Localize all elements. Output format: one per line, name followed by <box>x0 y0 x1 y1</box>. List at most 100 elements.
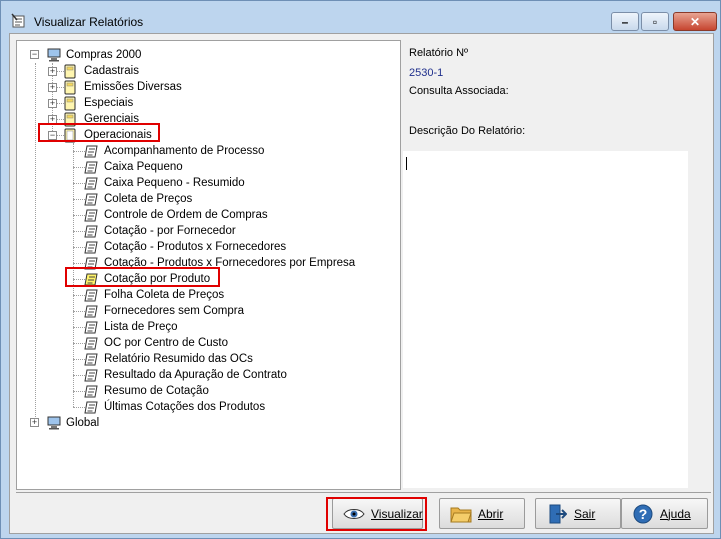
tree-report-item[interactable]: Caixa Pequeno - Resumido <box>84 175 245 191</box>
tree-report-item-label: Cotação - Produtos x Fornecedores <box>104 241 287 253</box>
report-icon <box>84 224 102 238</box>
tree-report-item-label: Resultado da Apuração de Contrato <box>104 369 287 381</box>
report-icon <box>84 256 102 270</box>
minimize-icon: – <box>621 14 629 29</box>
tree-report-item[interactable]: Resumo de Cotação <box>84 383 209 399</box>
close-icon: ✕ <box>689 14 701 29</box>
report-icon <box>84 304 102 318</box>
abrir-button[interactable]: Abrir <box>439 498 525 529</box>
abrir-button-label: Abrir <box>478 506 504 521</box>
tree-folder-3[interactable]: Gerenciais <box>64 111 139 127</box>
sair-button[interactable]: Sair <box>535 498 621 529</box>
visualizar-button[interactable]: Visualizar <box>332 498 423 529</box>
expand-folder-1[interactable]: + <box>48 83 57 92</box>
tree-report-item[interactable]: Coleta de Preços <box>84 191 192 207</box>
tree-report-item[interactable]: Cotação - Produtos x Fornecedores <box>84 239 286 255</box>
eye-icon <box>343 503 365 525</box>
maximize-button[interactable]: ▫ <box>641 12 669 31</box>
tree-report-item[interactable]: Relatório Resumido das OCs <box>84 351 253 367</box>
tree-report-item[interactable]: Cotação - por Fornecedor <box>84 223 236 239</box>
report-app-icon <box>11 13 27 29</box>
expand-compras-2000[interactable]: − <box>30 50 39 59</box>
expand-folder-4[interactable]: − <box>48 131 57 140</box>
tree-report-item[interactable]: Fornecedores sem Compra <box>84 303 244 319</box>
close-button[interactable]: ✕ <box>673 12 717 31</box>
tree-report-item-label: Fornecedores sem Compra <box>104 305 244 317</box>
tree-folder-0[interactable]: Cadastrais <box>64 63 139 79</box>
tree-report-item-label: Folha Coleta de Preços <box>104 289 225 301</box>
ajuda-button[interactable]: ? Ajuda <box>621 498 708 529</box>
computer-icon <box>46 416 64 430</box>
report-icon <box>84 144 102 158</box>
description-label: Descrição Do Relatório: <box>409 125 526 137</box>
tree-folder-4[interactable]: Operacionais <box>64 127 152 143</box>
tree-report-item[interactable]: Cotação por Produto <box>84 271 210 287</box>
report-icon <box>84 400 102 414</box>
tree-root-compras-2000-label: Compras 2000 <box>66 49 142 61</box>
window-title: Visualizar Relatórios <box>34 15 144 29</box>
folder-icon <box>64 96 82 111</box>
report-icon <box>84 272 102 286</box>
tree-report-item[interactable]: Acompanhamento de Processo <box>84 143 264 159</box>
ajuda-button-label: Ajuda <box>660 506 691 521</box>
tree-report-item[interactable]: Lista de Preço <box>84 319 178 335</box>
expand-folder-3[interactable]: + <box>48 115 57 124</box>
tree-report-item-label: Cotação por Produto <box>104 273 211 285</box>
computer-icon <box>46 48 64 62</box>
tree-report-item[interactable]: Cotação - Produtos x Fornecedores por Em… <box>84 255 355 271</box>
associated-query-label: Consulta Associada: <box>409 85 509 97</box>
tree-folder-0-label: Cadastrais <box>84 65 139 77</box>
report-number-value: 2530-1 <box>409 67 444 79</box>
tree-line <box>35 63 36 423</box>
report-number-label: Relatório Nº <box>409 47 469 59</box>
tree-folder-3-label: Gerenciais <box>84 113 139 125</box>
report-icon <box>84 208 102 222</box>
expand-folder-2[interactable]: + <box>48 99 57 108</box>
description-textarea[interactable] <box>403 151 688 488</box>
report-viewer-window: Visualizar Relatórios – ▫ ✕ − Compras 200… <box>0 0 721 539</box>
tree-report-item[interactable]: Resultado da Apuração de Contrato <box>84 367 287 383</box>
tree-root-global[interactable]: Global <box>46 415 99 431</box>
tree-report-item[interactable]: Folha Coleta de Preços <box>84 287 224 303</box>
report-icon <box>84 336 102 350</box>
client-area: − Compras 2000 + Cadastrais + Emissões Divers… <box>9 33 714 534</box>
report-icon <box>84 240 102 254</box>
tree-root-global-label: Global <box>66 417 100 429</box>
report-details-panel: Relatório Nº 2530-1 Consulta Associada: … <box>403 40 712 490</box>
help-icon: ? <box>632 503 654 525</box>
report-icon <box>84 320 102 334</box>
tree-root-compras-2000[interactable]: Compras 2000 <box>46 47 141 63</box>
visualizar-button-label: Visualizar <box>371 506 423 521</box>
tree-report-item-label: Controle de Ordem de Compras <box>104 209 268 221</box>
tree-report-item-label: Últimas Cotações dos Produtos <box>104 401 266 413</box>
folder-icon <box>64 80 82 95</box>
tree-report-item-label: Relatório Resumido das OCs <box>104 353 253 365</box>
tree-report-item[interactable]: Controle de Ordem de Compras <box>84 207 268 223</box>
tree-report-item-label: OC por Centro de Custo <box>104 337 229 349</box>
report-icon <box>84 192 102 206</box>
exit-door-icon <box>546 503 568 525</box>
tree-report-item-label: Cotação - por Fornecedor <box>104 225 236 237</box>
tree-report-item-label: Caixa Pequeno - Resumido <box>104 177 245 189</box>
report-icon <box>84 288 102 302</box>
sair-button-label: Sair <box>574 506 596 521</box>
report-icon <box>84 160 102 174</box>
tree-report-item-label: Coleta de Preços <box>104 193 193 205</box>
tree-report-item-label: Cotação - Produtos x Fornecedores por Em… <box>104 257 356 269</box>
tree-folder-1[interactable]: Emissões Diversas <box>64 79 182 95</box>
tree-folder-2[interactable]: Especiais <box>64 95 133 111</box>
tree-report-item-label: Caixa Pequeno <box>104 161 183 173</box>
tree-report-item[interactable]: Últimas Cotações dos Produtos <box>84 399 265 415</box>
minimize-button[interactable]: – <box>611 12 639 31</box>
tree-report-item-label: Lista de Preço <box>104 321 178 333</box>
report-tree[interactable]: − Compras 2000 + Cadastrais + Emissões Divers… <box>16 40 401 490</box>
expand-folder-0[interactable]: + <box>48 67 57 76</box>
tree-report-item-label: Resumo de Cotação <box>104 385 209 397</box>
folder-icon <box>450 503 472 525</box>
maximize-icon: ▫ <box>652 14 658 29</box>
expand-global[interactable]: + <box>30 418 39 427</box>
tree-report-item-label: Acompanhamento de Processo <box>104 145 265 157</box>
tree-report-item[interactable]: Caixa Pequeno <box>84 159 183 175</box>
tree-report-item[interactable]: OC por Centro de Custo <box>84 335 228 351</box>
tree-folder-4-label: Operacionais <box>84 129 152 141</box>
